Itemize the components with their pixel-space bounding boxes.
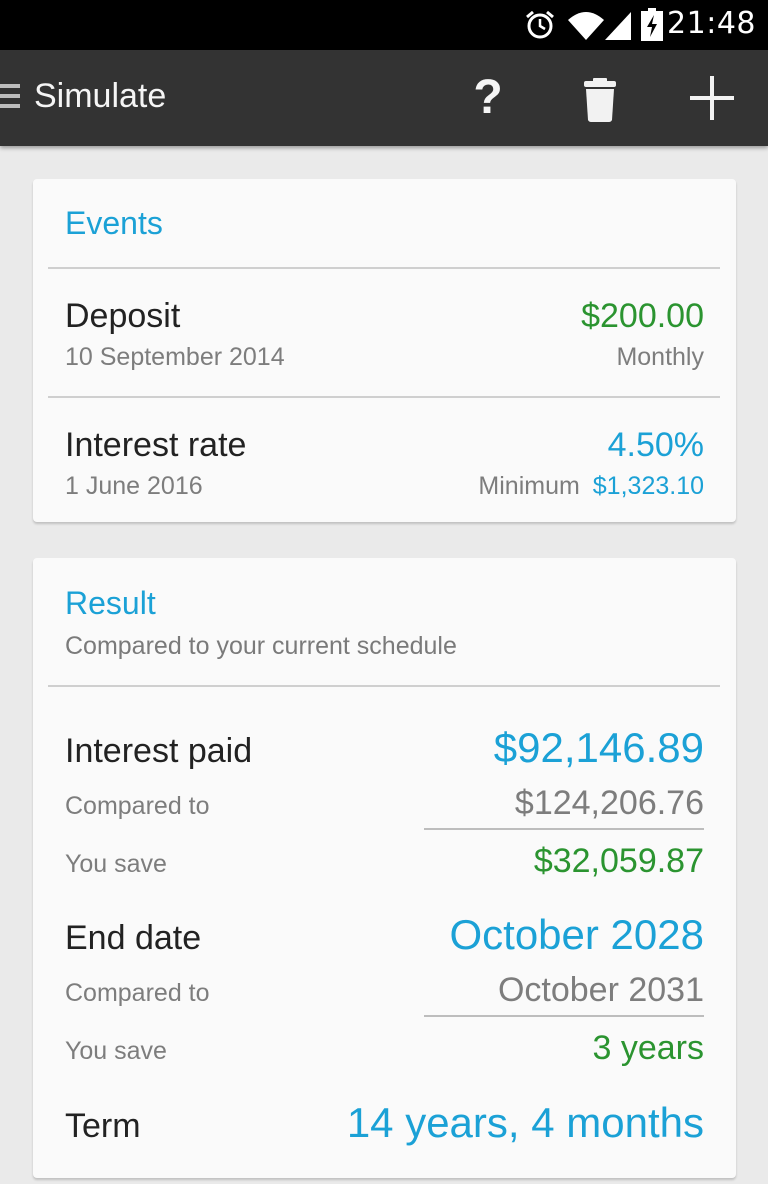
event-date: 1 June 2016 bbox=[65, 472, 203, 500]
add-button[interactable] bbox=[682, 68, 742, 128]
alarm-icon bbox=[526, 10, 554, 39]
divider bbox=[424, 828, 704, 830]
status-time: 21:48 bbox=[667, 6, 756, 41]
end-date-compared-label: Compared to bbox=[65, 979, 210, 1007]
plus-icon bbox=[690, 76, 734, 120]
signal-icon bbox=[605, 12, 631, 40]
event-value: $200.00 bbox=[581, 297, 704, 335]
term-label: Term bbox=[65, 1107, 141, 1145]
event-value: 4.50% bbox=[607, 426, 704, 464]
divider bbox=[424, 1015, 704, 1017]
event-item-interest-rate[interactable]: Interest rate 1 June 2016 4.50% Minimum … bbox=[33, 398, 736, 522]
event-minimum: Minimum $1,323.10 bbox=[478, 472, 704, 501]
event-frequency: Monthly bbox=[616, 343, 704, 371]
result-heading: Result bbox=[65, 585, 156, 621]
minimum-label: Minimum bbox=[478, 472, 580, 500]
end-date-save-label: You save bbox=[65, 1037, 167, 1065]
minimum-value: $1,323.10 bbox=[592, 472, 704, 500]
divider bbox=[48, 685, 720, 687]
interest-save-value: $32,059.87 bbox=[533, 842, 704, 880]
result-subtitle: Compared to your current schedule bbox=[65, 632, 457, 660]
app-bar: Simulate ? bbox=[0, 50, 768, 146]
term-value: 14 years, 4 months bbox=[346, 1099, 704, 1146]
events-card: Events Deposit 10 September 2014 $200.00… bbox=[33, 179, 736, 522]
status-bar: 21:48 bbox=[0, 0, 768, 50]
wifi-icon bbox=[568, 12, 604, 40]
delete-button[interactable] bbox=[570, 68, 630, 128]
result-card: Result Compared to your current schedule… bbox=[33, 558, 736, 1178]
app-title[interactable]: Simulate bbox=[34, 77, 166, 116]
interest-save-label: You save bbox=[65, 850, 167, 878]
help-button[interactable]: ? bbox=[458, 68, 518, 128]
end-date-value: October 2028 bbox=[449, 911, 704, 958]
end-date-label: End date bbox=[65, 919, 202, 957]
interest-compared-value: $124,206.76 bbox=[514, 784, 704, 822]
interest-paid-label: Interest paid bbox=[65, 732, 253, 770]
event-title: Deposit bbox=[65, 297, 181, 335]
events-heading: Events bbox=[65, 205, 163, 241]
event-title: Interest rate bbox=[65, 426, 247, 464]
interest-compared-label: Compared to bbox=[65, 792, 210, 820]
event-item-deposit[interactable]: Deposit 10 September 2014 $200.00 Monthl… bbox=[33, 269, 736, 396]
help-icon: ? bbox=[473, 71, 503, 124]
trash-icon bbox=[584, 78, 616, 122]
event-date: 10 September 2014 bbox=[65, 343, 285, 371]
drawer-menu-icon[interactable] bbox=[0, 84, 22, 114]
battery-charging-icon bbox=[641, 8, 663, 41]
interest-paid-value: $92,146.89 bbox=[493, 724, 704, 771]
end-date-save-value: 3 years bbox=[592, 1029, 705, 1067]
end-date-compared-value: October 2031 bbox=[497, 971, 704, 1009]
